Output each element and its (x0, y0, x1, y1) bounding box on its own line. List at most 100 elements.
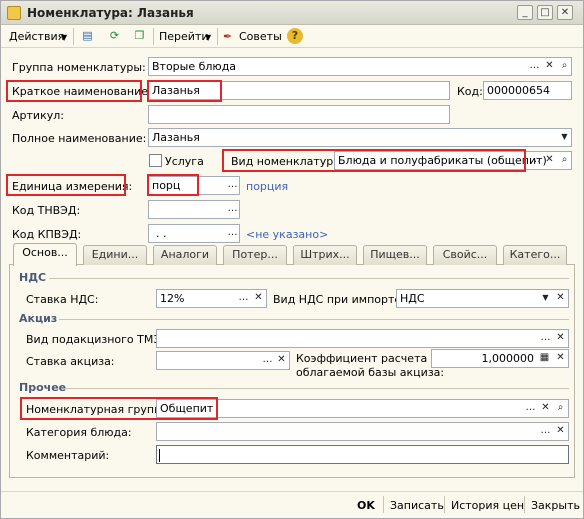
bottom-separator (444, 496, 445, 513)
select-icon[interactable]: … (236, 290, 251, 307)
unit-value-highlight (147, 174, 199, 196)
save-button[interactable]: Записать (390, 499, 444, 512)
group-label: Группа номенклатуры: (12, 61, 146, 74)
window-icon (7, 6, 21, 20)
calculator-icon[interactable]: ▦ (537, 350, 552, 367)
tab-nutrition[interactable]: Пищев... (363, 245, 427, 265)
tab-analogs[interactable]: Аналоги (153, 245, 217, 265)
copy-icon[interactable]: ❐ (131, 28, 148, 44)
service-label: Услуга (165, 155, 204, 168)
article-label: Артикул: (12, 109, 64, 122)
clear-icon[interactable]: ✕ (542, 58, 557, 75)
code-value: 000000654 (487, 84, 550, 97)
chevron-down-icon[interactable]: ▼ (61, 33, 67, 42)
nom-group-highlight (20, 397, 218, 420)
toolbar-separator (153, 28, 154, 45)
bottom-separator (524, 496, 525, 513)
tips-button[interactable]: Советы (239, 30, 282, 43)
select-icon[interactable]: … (528, 152, 543, 169)
tips-icon[interactable]: ✒ (223, 30, 232, 43)
refresh-icon[interactable]: ⟳ (106, 28, 123, 44)
code-field[interactable]: 000000654 (483, 81, 572, 100)
maximize-icon[interactable]: □ (537, 5, 553, 20)
kpved-value: . . (156, 227, 167, 240)
vat-import-label: Вид НДС при импорте: (273, 293, 405, 306)
close-button[interactable]: Закрыть (531, 499, 580, 512)
toolbar-separator (217, 28, 218, 45)
service-checkbox[interactable] (149, 154, 162, 167)
kpved-hint-link[interactable]: <не указано> (246, 228, 328, 241)
full-name-label: Полное наименование: (12, 132, 147, 145)
code-label: Код: (457, 85, 483, 98)
comment-field[interactable] (156, 445, 569, 464)
select-icon[interactable]: … (527, 58, 542, 75)
search-icon[interactable]: ⌕ (557, 58, 572, 75)
dropdown-icon[interactable]: ▼ (557, 129, 572, 146)
bottom-bar: OK Записать История цен Закрыть (1, 491, 583, 518)
tab-categories[interactable]: Катего... (503, 245, 567, 265)
tab-properties[interactable]: Свойс... (433, 245, 497, 265)
other-section-divider (65, 388, 569, 389)
clear-icon[interactable]: ✕ (553, 290, 568, 307)
clear-icon[interactable]: ✕ (553, 423, 568, 440)
goto-menu[interactable]: Перейти (159, 30, 209, 43)
search-icon[interactable]: ⌕ (557, 152, 572, 169)
toolbar-separator (73, 28, 74, 45)
select-icon[interactable]: … (523, 400, 538, 417)
excise-section-divider (59, 319, 569, 320)
full-name-field[interactable]: Лазанья (148, 128, 572, 147)
vat-import-value: НДС (400, 292, 425, 305)
kpved-label: Код КПВЭД: (12, 228, 82, 241)
help-icon[interactable]: ? (287, 28, 303, 44)
comment-label: Комментарий: (26, 449, 110, 462)
select-icon[interactable]: … (225, 177, 240, 194)
price-history-button[interactable]: История цен (451, 499, 524, 512)
item-kind-highlight (222, 149, 526, 172)
select-icon[interactable]: … (260, 352, 275, 369)
close-icon[interactable]: ✕ (557, 5, 573, 20)
clear-icon[interactable]: ✕ (251, 290, 266, 307)
clear-icon[interactable]: ✕ (553, 330, 568, 347)
minimize-icon[interactable]: _ (517, 5, 533, 20)
tab-losses[interactable]: Потер... (223, 245, 287, 265)
coef-label-line2: облагаемой базы акциза: (296, 366, 445, 379)
vat-section-title: НДС (19, 271, 47, 284)
vat-rate-label: Ставка НДС: (26, 293, 99, 306)
search-icon[interactable]: ⌕ (553, 400, 568, 417)
vat-section-divider (49, 278, 569, 279)
excise-section-title: Акциз (19, 312, 58, 325)
save-icon[interactable]: ▤ (79, 28, 96, 44)
clear-icon[interactable]: ✕ (542, 152, 557, 169)
clear-icon[interactable]: ✕ (553, 350, 568, 367)
clear-icon[interactable]: ✕ (274, 352, 289, 369)
text-cursor (159, 448, 160, 462)
select-icon[interactable]: … (538, 423, 553, 440)
select-icon[interactable]: … (538, 330, 553, 347)
window-title: Номенклатура: Лазанья (27, 6, 194, 20)
tab-units[interactable]: Едини... (83, 245, 147, 265)
title-bar: Номенклатура: Лазанья _ □ ✕ (1, 1, 583, 25)
excise-tmz-field[interactable] (156, 329, 569, 348)
unit-hint-link[interactable]: порция (246, 180, 288, 193)
select-icon[interactable]: … (225, 225, 240, 242)
vat-rate-value: 12% (160, 292, 185, 305)
other-section-title: Прочее (19, 381, 67, 394)
full-name-value: Лазанья (152, 131, 200, 144)
excise-rate-label: Ставка акциза: (26, 355, 115, 368)
short-name-label-highlight (6, 80, 142, 102)
unit-label-highlight (6, 174, 126, 196)
bottom-separator (383, 496, 384, 513)
ok-button[interactable]: OK (357, 499, 375, 512)
dish-category-field[interactable] (156, 422, 569, 441)
chevron-down-icon[interactable]: ▼ (205, 33, 211, 42)
clear-icon[interactable]: ✕ (538, 400, 553, 417)
coef-label-line1: Коэффициент расчета (296, 352, 428, 365)
select-icon[interactable]: … (225, 201, 240, 218)
tab-main[interactable]: Основ... (13, 243, 77, 266)
dropdown-icon[interactable]: ▼ (538, 290, 553, 307)
tab-barcodes[interactable]: Штрих... (293, 245, 357, 265)
group-field[interactable]: Вторые блюда (148, 57, 572, 76)
item-window: Номенклатура: Лазанья _ □ ✕ Действия ▼ ▤… (0, 0, 584, 519)
actions-menu[interactable]: Действия (9, 30, 64, 43)
article-field[interactable] (148, 105, 450, 124)
